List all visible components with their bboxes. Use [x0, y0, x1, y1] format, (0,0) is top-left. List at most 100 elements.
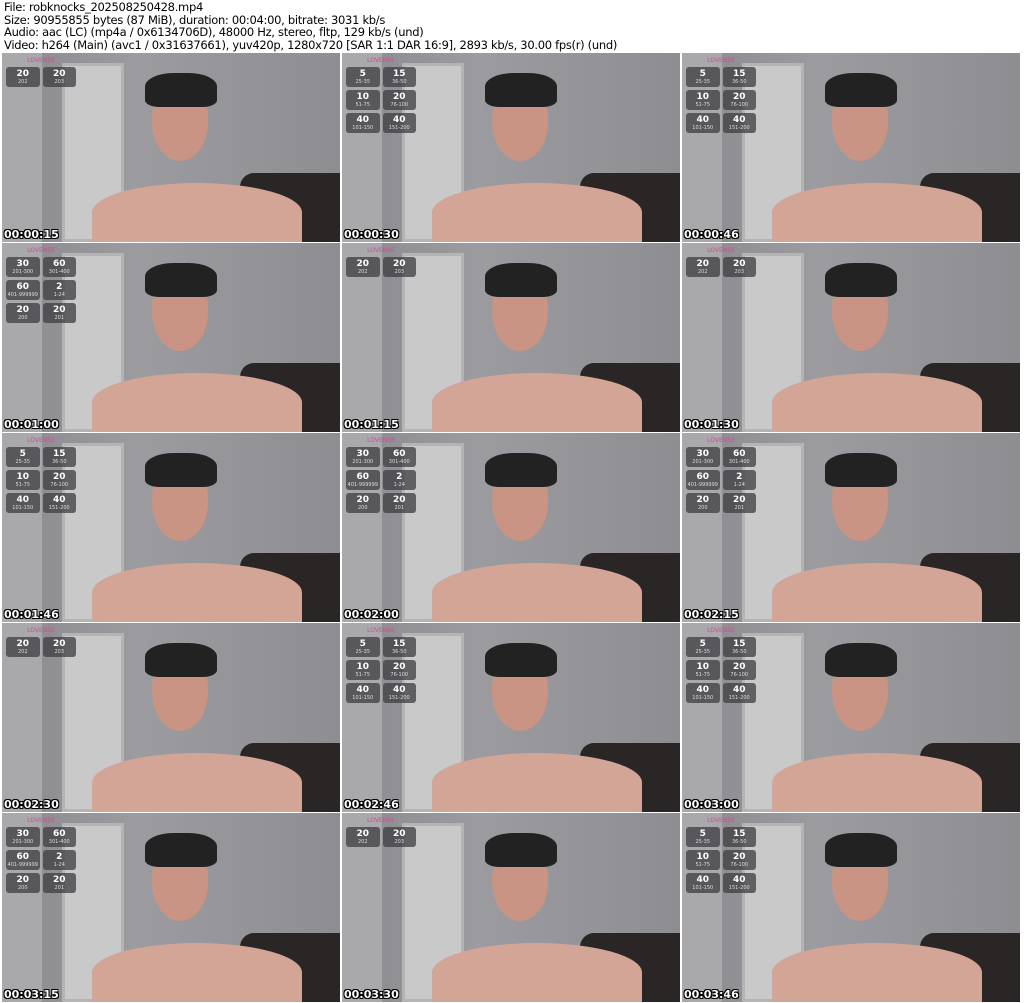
person-body — [432, 563, 642, 622]
tip-range: 36-50 — [391, 79, 407, 85]
tip-range: 76-100 — [390, 102, 409, 108]
tip-tile: 30 201-300 — [6, 827, 40, 847]
tip-tile: 40 151-200 — [722, 113, 756, 133]
person-cap — [825, 73, 897, 107]
tip-tile: 5 25-35 — [686, 67, 720, 87]
tip-value: 5 — [699, 639, 706, 649]
person-body — [432, 373, 642, 432]
tip-value: 40 — [392, 115, 406, 125]
person-body — [92, 373, 302, 432]
tip-tile: 40 151-200 — [382, 113, 416, 133]
timestamp: 00:00:46 — [684, 228, 739, 241]
tip-tile: 20 200 — [346, 493, 380, 513]
tip-value: 30 — [356, 449, 370, 459]
tip-value: 15 — [392, 69, 406, 79]
tip-tile: 40 101-150 — [686, 113, 720, 133]
tip-range: 36-50 — [731, 839, 747, 845]
tip-range: 200 — [17, 315, 28, 321]
tip-tile: 60 301-400 — [42, 257, 76, 277]
tip-value: 40 — [16, 495, 30, 505]
tip-range: 200 — [17, 885, 28, 891]
tip-tile: 10 51-75 — [346, 90, 380, 110]
tip-range: 201 — [54, 885, 65, 891]
video-thumbnail: LOVENSE 5 25-35 15 36-50 10 51-75 20 76-100 40 101… — [2, 433, 340, 622]
tip-value: 20 — [356, 829, 370, 839]
tip-value: 30 — [696, 449, 710, 459]
tip-tile: 20 201 — [722, 493, 756, 513]
tip-menu-overlay: LOVENSE 30 201-300 60 301-400 60 401-999999 2 1-… — [686, 437, 756, 513]
tip-value: 20 — [732, 852, 746, 862]
person-cap — [485, 73, 557, 107]
tip-value: 20 — [392, 495, 406, 505]
tip-tile: 20 203 — [382, 827, 416, 847]
tip-tile: 40 101-150 — [686, 683, 720, 703]
tip-value: 20 — [732, 662, 746, 672]
tip-tile: 5 25-35 — [346, 67, 380, 87]
video-thumbnail: LOVENSE 30 201-300 60 301-400 60 401-999999 2 1-… — [2, 813, 340, 1002]
tip-range: 101-150 — [692, 695, 714, 701]
person-body — [772, 183, 982, 242]
overlay-logo: LOVENSE — [367, 437, 395, 444]
video-thumbnail: LOVENSE 20 202 20 203 00:00:15 — [2, 53, 340, 242]
tip-value: 15 — [732, 639, 746, 649]
tip-range: 25-35 — [695, 839, 711, 845]
tip-value: 20 — [356, 259, 370, 269]
tip-tile: 15 36-50 — [382, 67, 416, 87]
tip-range: 76-100 — [730, 672, 749, 678]
overlay-logo: LOVENSE — [27, 817, 55, 824]
tip-value: 40 — [696, 685, 710, 695]
tip-value: 40 — [356, 115, 370, 125]
tip-range: 201-300 — [352, 459, 374, 465]
tip-value: 60 — [732, 449, 746, 459]
thumbnail-grid: LOVENSE 20 202 20 203 00:00:15 LOVENSE 5 25-35 15… — [2, 53, 1020, 1002]
tip-range: 401-999999 — [7, 862, 38, 868]
tip-value: 60 — [52, 829, 66, 839]
tip-range: 101-150 — [352, 125, 374, 131]
tip-menu-overlay: LOVENSE 5 25-35 15 36-50 10 51-75 20 76-100 40 101… — [346, 627, 416, 703]
tip-tile: 30 201-300 — [6, 257, 40, 277]
file-info-header: File: robknocks_202508250428.mp4 Size: 9… — [4, 1, 617, 52]
tip-range: 51-75 — [695, 862, 711, 868]
tip-range: 151-200 — [728, 695, 750, 701]
video-thumbnail: LOVENSE 5 25-35 15 36-50 10 51-75 20 76-100 40 101… — [682, 623, 1020, 812]
tip-value: 20 — [16, 305, 30, 315]
tip-value: 10 — [356, 662, 370, 672]
tip-value: 20 — [16, 875, 30, 885]
tip-range: 36-50 — [51, 459, 67, 465]
tip-tile: 10 51-75 — [686, 850, 720, 870]
tip-value: 40 — [356, 685, 370, 695]
video-thumbnail: LOVENSE 20 202 20 203 00:02:30 — [2, 623, 340, 812]
tip-menu-overlay: LOVENSE 20 202 20 203 — [6, 627, 76, 657]
tip-tile: 20 76-100 — [722, 90, 756, 110]
person-cap — [825, 263, 897, 297]
video-thumbnail: LOVENSE 20 202 20 203 00:03:30 — [342, 813, 680, 1002]
overlay-logo: LOVENSE — [27, 247, 55, 254]
tip-range: 203 — [734, 269, 745, 275]
person-cap — [145, 453, 217, 487]
tip-value: 5 — [19, 449, 26, 459]
tip-range: 401-999999 — [7, 292, 38, 298]
tip-range: 151-200 — [728, 125, 750, 131]
tip-range: 51-75 — [355, 102, 371, 108]
tip-value: 20 — [52, 472, 66, 482]
person-body — [432, 753, 642, 812]
tip-range: 200 — [697, 505, 708, 511]
person-cap — [145, 73, 217, 107]
tip-tile: 60 401-999999 — [6, 850, 40, 870]
tip-tile: 20 201 — [382, 493, 416, 513]
timestamp: 00:01:15 — [344, 418, 399, 431]
video-info: Video: h264 (Main) (avc1 / 0x31637661), … — [4, 38, 618, 53]
file-name: File: robknocks_202508250428.mp4 — [4, 0, 203, 14]
person-body — [92, 183, 302, 242]
tip-value: 20 — [52, 875, 66, 885]
tip-range: 151-200 — [388, 695, 410, 701]
tip-value: 2 — [56, 282, 63, 292]
tip-range: 202 — [17, 649, 28, 655]
tip-tile: 20 202 — [686, 257, 720, 277]
tip-range: 301-400 — [388, 459, 410, 465]
tip-tile: 15 36-50 — [722, 637, 756, 657]
tip-value: 20 — [392, 662, 406, 672]
tip-range: 201 — [54, 315, 65, 321]
overlay-logo: LOVENSE — [707, 627, 735, 634]
tip-tile: 20 201 — [42, 873, 76, 893]
